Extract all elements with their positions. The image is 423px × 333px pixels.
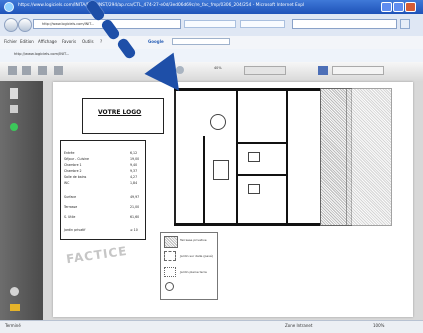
table-row-label: Salle de bains bbox=[64, 175, 87, 179]
search-input[interactable] bbox=[292, 19, 397, 29]
status-zone-text: Zone Intranet bbox=[285, 323, 313, 328]
menu-edition[interactable]: Edition bbox=[20, 39, 34, 44]
zoom-level[interactable]: 40% bbox=[214, 66, 222, 70]
status-left-text: Terminé bbox=[5, 323, 21, 328]
page-thumbnail-icon[interactable] bbox=[10, 88, 18, 99]
email-icon[interactable] bbox=[38, 66, 47, 75]
go-button[interactable] bbox=[184, 20, 236, 28]
maximize-button[interactable] bbox=[393, 2, 404, 12]
folder-icon[interactable] bbox=[10, 304, 20, 311]
menu-affichage[interactable]: Affichage bbox=[38, 39, 57, 44]
menu-outils[interactable]: Outils bbox=[82, 39, 94, 44]
table-row-value: 4,27 bbox=[130, 175, 138, 179]
status-zoom-text: 100% bbox=[373, 323, 385, 328]
print-icon[interactable] bbox=[22, 66, 31, 75]
green-icon[interactable] bbox=[10, 123, 18, 131]
garden-hatch-area bbox=[346, 88, 392, 226]
north-compass-icon bbox=[165, 282, 174, 291]
google-search-input[interactable] bbox=[172, 38, 230, 45]
logo-box bbox=[82, 98, 164, 134]
bed-symbol bbox=[248, 152, 260, 162]
back-button[interactable] bbox=[4, 18, 18, 32]
address-bar-value: http://www.logiciels.com/INIT... bbox=[42, 22, 95, 26]
plan-right-partition bbox=[286, 88, 288, 224]
legend-swatch-paved bbox=[164, 251, 176, 261]
table-row-label: Jardin privatif bbox=[64, 228, 86, 232]
attachments-icon[interactable] bbox=[10, 287, 19, 296]
table-row-label: Surface bbox=[64, 195, 77, 199]
legend-label: Jardin sur dalle (pavé) bbox=[180, 254, 214, 258]
table-row-label: Séjour - Cuisine bbox=[64, 157, 89, 161]
surface-table bbox=[60, 140, 146, 240]
table-row-value: 1,84 bbox=[130, 181, 138, 185]
internet-explorer-icon bbox=[4, 2, 14, 12]
table-row-value: 21,00 bbox=[130, 205, 140, 209]
legend-swatch-garden bbox=[164, 267, 176, 277]
window-title: https://www.logiciels.com/INITA/RAM/INST… bbox=[18, 3, 305, 8]
table-row-value: 61,60 bbox=[130, 215, 140, 219]
save-icon[interactable] bbox=[8, 66, 17, 75]
bathroom-symbol bbox=[213, 160, 229, 180]
table-row-label: Chambre 2 bbox=[64, 169, 82, 173]
signature-button[interactable] bbox=[244, 66, 286, 75]
table-row-label: Entrée bbox=[64, 151, 75, 155]
plan-horizontal-wall-2 bbox=[236, 174, 286, 176]
bookmark-icon[interactable] bbox=[10, 105, 18, 113]
table-row-value: 9,40 bbox=[130, 163, 138, 167]
legend-label: Terrasse privative bbox=[180, 238, 207, 242]
company-logo-text: VOTRE LOGO bbox=[98, 109, 142, 116]
table-row-value: 6,12 bbox=[130, 151, 138, 155]
table-row-value: 9,37 bbox=[130, 169, 138, 173]
search-icon[interactable] bbox=[400, 19, 410, 29]
menu-favoris[interactable]: Favoris bbox=[62, 39, 76, 44]
window-titlebar: https://www.logiciels.com/INITA/RAM/INST… bbox=[0, 0, 423, 14]
table-row-value: ≥ 10 bbox=[130, 228, 138, 232]
menu-fichier[interactable]: Fichier bbox=[4, 39, 17, 44]
blue-icon[interactable] bbox=[318, 66, 328, 75]
plan-left-partition bbox=[203, 136, 205, 224]
legend-label: Jardin pleine terre bbox=[180, 270, 207, 274]
left-navigation-panel bbox=[0, 81, 43, 320]
legend-swatch-terrace bbox=[164, 236, 178, 248]
refresh-button[interactable] bbox=[240, 20, 285, 28]
table-row-label: Chambre 1 bbox=[64, 163, 82, 167]
status-bar bbox=[0, 320, 423, 333]
table-row-label: WC bbox=[64, 181, 70, 185]
plan-mid-partition bbox=[236, 88, 238, 224]
minimize-button[interactable] bbox=[381, 2, 392, 12]
table-row-value: 49,97 bbox=[130, 195, 140, 199]
plan-horizontal-wall-1 bbox=[236, 142, 286, 144]
table-row-value: 19,00 bbox=[130, 157, 140, 161]
close-button[interactable] bbox=[405, 2, 416, 12]
find-field[interactable] bbox=[332, 66, 384, 75]
table-row-label: Terrasse bbox=[64, 205, 78, 209]
forward-button[interactable] bbox=[18, 18, 32, 32]
table-row-label: S. Utile bbox=[64, 215, 76, 219]
tab-address-label[interactable]: http://www.logiciels.com/INIT... bbox=[14, 52, 69, 56]
search-pdf-icon[interactable] bbox=[54, 66, 63, 75]
google-toolbar-label[interactable]: Google bbox=[148, 39, 164, 44]
menu-help[interactable]: ? bbox=[100, 39, 102, 44]
table-symbol bbox=[210, 114, 226, 130]
bed-symbol bbox=[248, 184, 260, 194]
